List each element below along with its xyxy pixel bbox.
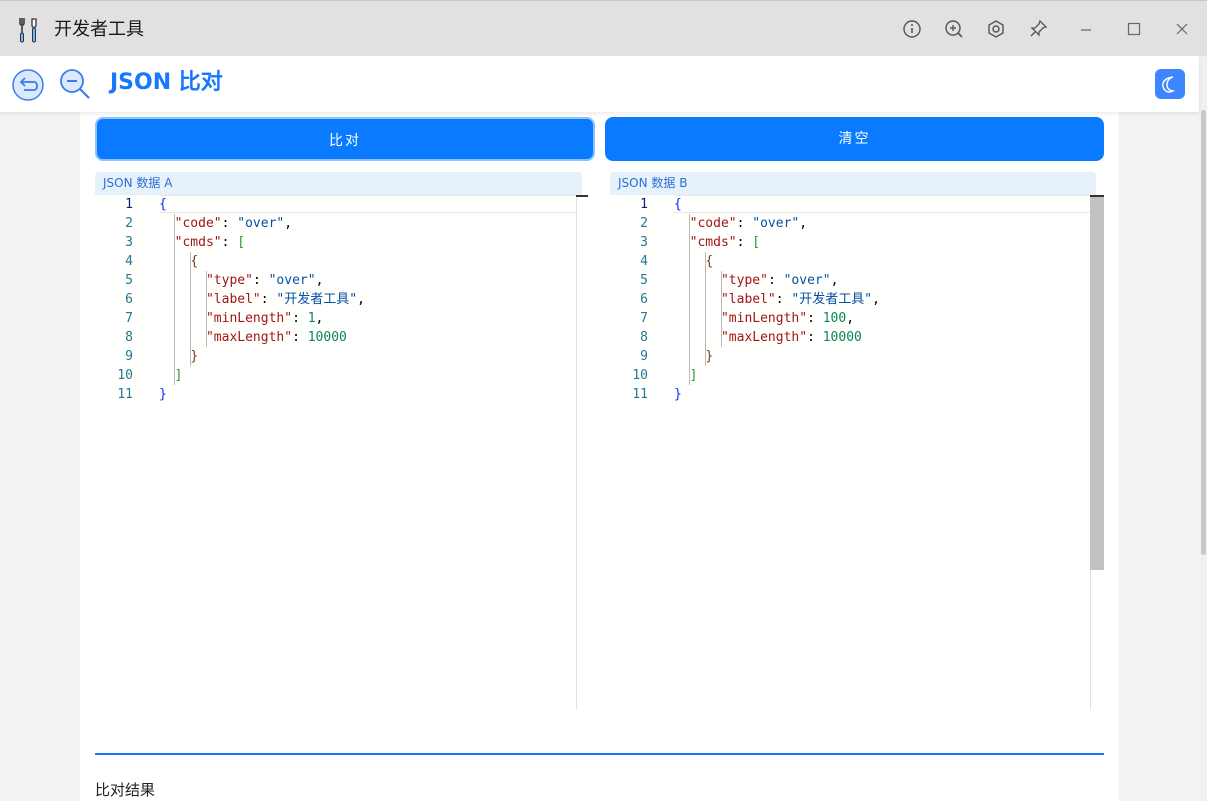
line-number: 5 [125, 273, 133, 288]
moon-icon[interactable] [1155, 69, 1185, 99]
json-value: over [276, 273, 308, 288]
code-line: { [674, 197, 682, 212]
line-number: 7 [125, 311, 133, 326]
overview-ruler-mark [1090, 195, 1104, 197]
info-icon[interactable] [901, 18, 923, 40]
code-line: "minLength": 1, [205, 311, 324, 326]
json-value: 开发者工具 [284, 292, 350, 307]
title-bar: 开发者工具 [0, 0, 1207, 56]
editor-b-label: JSON 数据 B [610, 172, 1096, 195]
minimize-icon[interactable] [1075, 18, 1097, 40]
back-icon[interactable] [11, 68, 45, 102]
code-line: "type": "over", [720, 273, 839, 288]
code-line: ] [174, 368, 183, 383]
line-number: 4 [640, 254, 648, 269]
clear-button[interactable]: 清空 [605, 117, 1104, 161]
page-scrollbar-thumb[interactable] [1201, 110, 1206, 555]
code-line: "cmds": [ [174, 235, 246, 250]
line-number: 8 [640, 330, 648, 345]
line-number: 10 [632, 368, 648, 383]
code-line: { [705, 254, 714, 269]
code-line: "maxLength": 10000 [205, 330, 347, 345]
json-editor-a[interactable]: 1 { 2 "code": "over", 3 "cmds": [ 4 { 5 "… [95, 195, 577, 710]
code-line: "cmds": [ [689, 235, 761, 250]
line-number: 1 [640, 197, 648, 212]
line-number: 2 [125, 216, 133, 231]
line-number: 5 [640, 273, 648, 288]
overview-ruler-mark [576, 195, 588, 197]
main-content: 比对 清空 JSON 数据 A JSON 数据 B 1 { 2 "code": "… [80, 112, 1119, 801]
line-number: 9 [125, 349, 133, 364]
line-number: 6 [640, 292, 648, 307]
json-value: 100 [822, 311, 847, 326]
line-number: 3 [125, 235, 133, 250]
code-line: } [190, 349, 199, 364]
line-number: 8 [125, 330, 133, 345]
code-line: "maxLength": 10000 [720, 330, 862, 345]
line-number: 7 [640, 311, 648, 326]
close-icon[interactable] [1171, 18, 1193, 40]
zoom-in-icon[interactable] [943, 18, 965, 40]
compare-button[interactable]: 比对 [95, 117, 595, 161]
result-divider [95, 753, 1104, 755]
zoom-out-icon[interactable] [58, 67, 92, 101]
line-number: 10 [117, 368, 133, 383]
code-line: { [190, 254, 199, 269]
editor-a-label: JSON 数据 A [95, 172, 582, 195]
json-value: 开发者工具 [799, 292, 865, 307]
result-label: 比对结果 [95, 781, 156, 799]
code-line: "minLength": 100, [720, 311, 855, 326]
code-line: { [159, 197, 167, 212]
window-title: 开发者工具 [54, 19, 144, 40]
line-number: 3 [640, 235, 648, 250]
code-line: "code": "over", [689, 216, 808, 231]
code-line: "label": "开发者工具", [720, 292, 880, 307]
json-value: 1 [307, 311, 316, 326]
page-title: JSON 比对 [110, 70, 223, 95]
tools-icon [17, 16, 41, 44]
line-number: 6 [125, 292, 133, 307]
json-value: 10000 [307, 330, 347, 345]
maximize-icon[interactable] [1123, 18, 1145, 40]
code-line: } [159, 387, 167, 402]
json-value: over [245, 216, 277, 231]
code-line: } [705, 349, 714, 364]
json-value: over [791, 273, 823, 288]
json-value: 10000 [822, 330, 862, 345]
json-editor-b[interactable]: 1 { 2 "code": "over", 3 "cmds": [ 4 { 5 "… [610, 195, 1091, 710]
pin-icon[interactable] [1027, 18, 1049, 40]
app-header: JSON 比对 [0, 56, 1199, 112]
settings-icon[interactable] [985, 18, 1007, 40]
line-number: 11 [117, 387, 133, 402]
code-line: "type": "over", [205, 273, 324, 288]
line-number: 1 [125, 197, 133, 212]
line-number: 11 [632, 387, 648, 402]
line-number: 2 [640, 216, 648, 231]
json-value: over [760, 216, 792, 231]
line-number: 4 [125, 254, 133, 269]
code-line: "label": "开发者工具", [205, 292, 365, 307]
code-line: } [674, 387, 682, 402]
code-line: ] [689, 368, 698, 383]
editor-b-scrollbar[interactable] [1090, 195, 1104, 570]
line-number: 9 [640, 349, 648, 364]
code-line: "code": "over", [174, 216, 293, 231]
